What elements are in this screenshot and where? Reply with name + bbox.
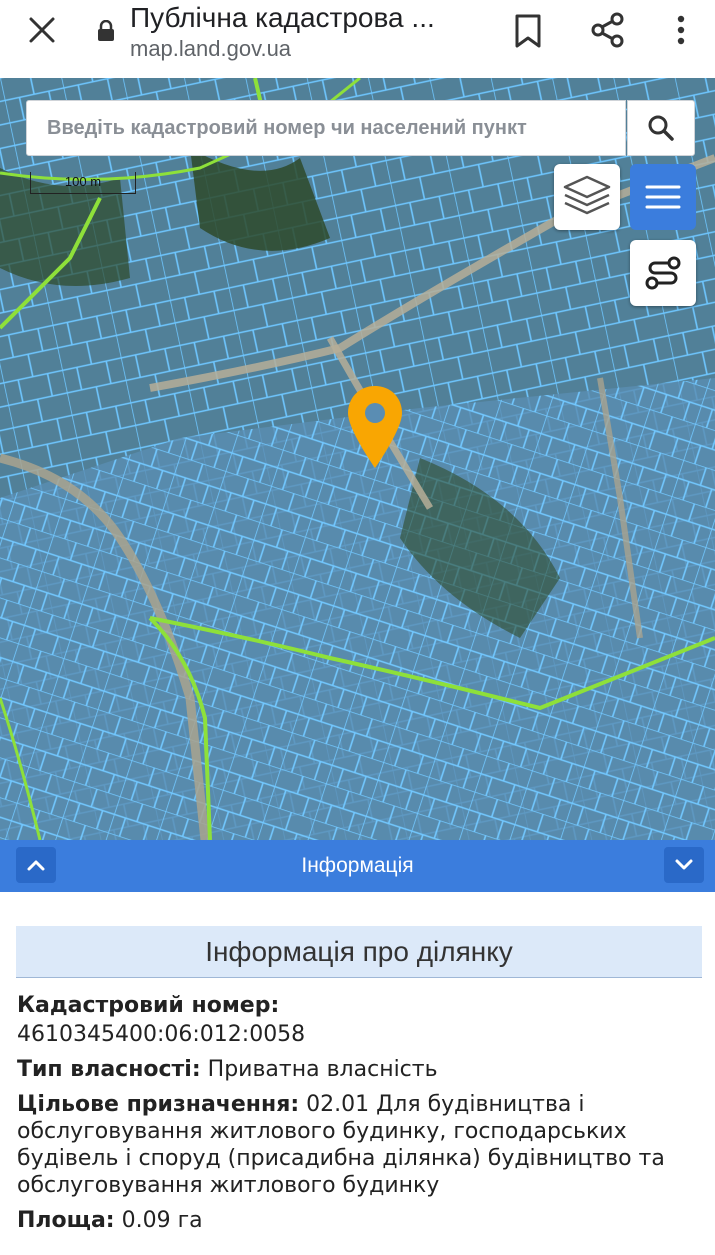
location-pin-icon[interactable] xyxy=(346,384,404,470)
search-input[interactable]: Введіть кадастровий номер чи населений п… xyxy=(26,100,626,156)
layers-icon xyxy=(563,175,611,215)
ownership-row: Тип власності: Приватна власність xyxy=(17,1056,707,1083)
info-toggle-bar: Інформація xyxy=(0,840,715,892)
chevron-down-icon xyxy=(675,859,693,870)
route-icon xyxy=(645,256,681,290)
area-row: Площа: 0.09 га xyxy=(17,1207,707,1234)
cadastral-number-row: Кадастровий номер: 4610345400:06:012:005… xyxy=(17,992,707,1048)
area-label: Площа: xyxy=(17,1208,115,1233)
share-icon[interactable] xyxy=(588,10,628,50)
cadastral-map[interactable]: Введіть кадастровий номер чи населений п… xyxy=(0,78,715,840)
cadastral-number-label: Кадастровий номер: xyxy=(17,993,280,1018)
ownership-label: Тип власності: xyxy=(17,1057,201,1082)
parcel-info-content: Кадастровий номер: 4610345400:06:012:005… xyxy=(17,992,707,1242)
menu-button[interactable] xyxy=(630,164,696,230)
layers-button[interactable] xyxy=(554,164,620,230)
info-bar-label[interactable]: Інформація xyxy=(0,854,715,878)
collapse-down-button[interactable] xyxy=(664,847,704,883)
url-text[interactable]: map.land.gov.ua xyxy=(130,36,291,62)
lock-icon xyxy=(96,19,116,42)
area-value: 0.09 га xyxy=(121,1208,203,1233)
hamburger-icon xyxy=(645,185,681,209)
cadastral-number-value[interactable]: 4610345400:06:012:0058 xyxy=(17,1021,707,1048)
browser-toolbar: Публічна кадастрова ... map.land.gov.ua xyxy=(0,0,715,78)
purpose-label: Цільове призначення: xyxy=(17,1092,300,1117)
parcel-info-header: Інформація про ділянку xyxy=(16,926,702,978)
page-title: Публічна кадастрова ... xyxy=(130,2,435,33)
search-icon xyxy=(648,115,674,141)
close-icon[interactable] xyxy=(22,10,62,50)
more-options-icon[interactable] xyxy=(666,10,696,50)
bookmark-icon[interactable] xyxy=(510,10,546,50)
search-button[interactable] xyxy=(627,100,695,156)
map-scale: 100 m xyxy=(30,172,136,194)
route-measure-button[interactable] xyxy=(630,240,696,306)
ownership-value: Приватна власність xyxy=(207,1057,438,1082)
purpose-row: Цільове призначення: 02.01 Для будівницт… xyxy=(17,1091,707,1199)
